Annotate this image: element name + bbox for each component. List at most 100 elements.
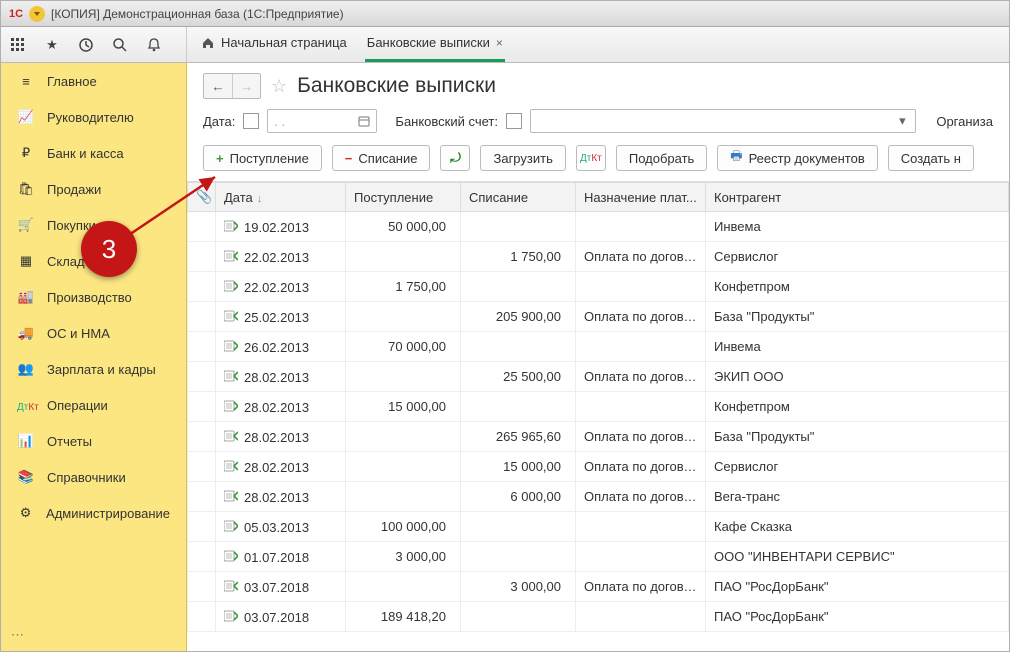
table-row[interactable]: 28.02.2013 25 500,00 Оплата по догово...… — [188, 362, 1009, 392]
nav-back-button[interactable]: ← — [204, 74, 232, 98]
cell-agent: ПАО "РосДорБанк" — [706, 572, 1009, 602]
app-logo-1c-icon: 1С — [9, 7, 23, 21]
history-icon[interactable] — [77, 36, 95, 54]
sidebar-item-1[interactable]: 📈Руководителю — [1, 99, 186, 135]
sidebar-item-11[interactable]: 📚Справочники — [1, 459, 186, 495]
cell-outcome: 265 965,60 — [461, 422, 576, 452]
dtk-button[interactable]: ДтКт — [576, 145, 606, 171]
col-income[interactable]: Поступление — [346, 183, 461, 212]
sidebar-item-3[interactable]: 🛍Продажи — [1, 171, 186, 207]
col-outcome-label: Списание — [469, 190, 528, 205]
close-icon[interactable]: × — [496, 36, 503, 50]
sidebar-icon: ≡ — [17, 74, 35, 89]
col-outcome[interactable]: Списание — [461, 183, 576, 212]
sidebar-item-label: Склад — [47, 254, 85, 269]
cell-agent: ЭКИП ООО — [706, 362, 1009, 392]
cell-date: 28.02.2013 — [216, 392, 346, 422]
cell-attach — [188, 392, 216, 422]
cell-purpose: Оплата по догово... — [576, 422, 706, 452]
cell-outcome: 6 000,00 — [461, 482, 576, 512]
cell-income: 1 750,00 — [346, 272, 461, 302]
tab-bank-statements[interactable]: Банковские выписки × — [365, 26, 505, 62]
table-row[interactable]: 25.02.2013 205 900,00 Оплата по догово..… — [188, 302, 1009, 332]
col-date[interactable]: Дата↓ — [216, 183, 346, 212]
sidebar: ≡Главное📈Руководителю₽Банк и касса🛍Прода… — [1, 63, 187, 651]
cell-outcome: 1 750,00 — [461, 242, 576, 272]
sidebar-item-label: ОС и НМА — [47, 326, 110, 341]
cell-date: 22.02.2013 — [216, 242, 346, 272]
income-label: Поступление — [230, 151, 309, 166]
load-button[interactable]: Загрузить — [480, 145, 565, 171]
filter-date-checkbox[interactable] — [243, 113, 259, 129]
account-select[interactable]: ▾ — [530, 109, 916, 133]
sidebar-item-8[interactable]: 👥Зарплата и кадры — [1, 351, 186, 387]
calendar-icon[interactable] — [358, 115, 370, 127]
income-button[interactable]: + Поступление — [203, 145, 322, 171]
cell-agent: Конфетпром — [706, 272, 1009, 302]
page-header: ← → ☆ Банковские выписки — [187, 63, 1009, 105]
table-row[interactable]: 22.02.2013 1 750,00 Конфетпром — [188, 272, 1009, 302]
table-row[interactable]: 28.02.2013 265 965,60 Оплата по догово..… — [188, 422, 1009, 452]
sidebar-item-2[interactable]: ₽Банк и касса — [1, 135, 186, 171]
doc-icon — [224, 579, 238, 593]
cell-outcome — [461, 542, 576, 572]
table-row[interactable]: 28.02.2013 15 000,00 Конфетпром — [188, 392, 1009, 422]
pick-button[interactable]: Подобрать — [616, 145, 707, 171]
window-title: [КОПИЯ] Демонстрационная база (1С:Предпр… — [51, 7, 344, 21]
registry-button[interactable]: 🖶 Реестр документов — [717, 145, 877, 171]
col-purpose[interactable]: Назначение плат... — [576, 183, 706, 212]
col-agent[interactable]: Контрагент — [706, 183, 1009, 212]
cell-outcome — [461, 392, 576, 422]
sidebar-item-12[interactable]: ⚙Администрирование — [1, 495, 186, 531]
date-input[interactable]: . . — [267, 109, 377, 133]
table-row[interactable]: 26.02.2013 70 000,00 Инвема — [188, 332, 1009, 362]
favorites-star-icon[interactable]: ★ — [43, 36, 61, 54]
chevron-down-icon[interactable]: ▾ — [893, 113, 911, 129]
table-row[interactable]: 01.07.2018 3 000,00 ООО "ИНВЕНТАРИ СЕРВИ… — [188, 542, 1009, 572]
table-row[interactable]: 22.02.2013 1 750,00 Оплата по догово... … — [188, 242, 1009, 272]
paperclip-icon: 📎 — [196, 189, 212, 204]
cell-agent: ООО "ИНВЕНТАРИ СЕРВИС" — [706, 542, 1009, 572]
favorite-star-icon[interactable]: ☆ — [271, 76, 287, 97]
apps-grid-icon[interactable] — [9, 36, 27, 54]
sidebar-item-7[interactable]: 🚚ОС и НМА — [1, 315, 186, 351]
filter-account-checkbox[interactable] — [506, 113, 522, 129]
cell-agent: Инвема — [706, 332, 1009, 362]
sidebar-item-9[interactable]: ДтКтОперации — [1, 387, 186, 423]
sidebar-icon: 📊 — [17, 433, 35, 449]
table-row[interactable]: 05.03.2013 100 000,00 Кафе Сказка — [188, 512, 1009, 542]
refresh-button[interactable]: ⤾ — [440, 145, 470, 171]
create-button[interactable]: Создать н — [888, 145, 974, 171]
table-row[interactable]: 19.02.2013 50 000,00 Инвема — [188, 212, 1009, 242]
cell-outcome: 205 900,00 — [461, 302, 576, 332]
cell-agent: Вега-транс — [706, 482, 1009, 512]
cell-outcome — [461, 332, 576, 362]
sidebar-item-6[interactable]: 🏭Производство — [1, 279, 186, 315]
table-row[interactable]: 03.07.2018 189 418,20 ПАО "РосДорБанк" — [188, 602, 1009, 632]
sidebar-more-icon[interactable]: ⋯ — [11, 627, 24, 643]
doc-icon — [224, 459, 238, 473]
dropdown-arrow-icon[interactable] — [29, 6, 45, 22]
cell-agent: Конфетпром — [706, 392, 1009, 422]
cell-attach — [188, 512, 216, 542]
table-container[interactable]: 📎 Дата↓ Поступление Списание Назначение … — [187, 181, 1009, 651]
filter-account-label: Банковский счет: — [395, 114, 498, 129]
table-row[interactable]: 28.02.2013 6 000,00 Оплата по догово... … — [188, 482, 1009, 512]
sidebar-item-0[interactable]: ≡Главное — [1, 63, 186, 99]
col-date-label: Дата — [224, 190, 253, 205]
cell-attach — [188, 602, 216, 632]
minus-icon: − — [345, 151, 353, 166]
cell-income — [346, 482, 461, 512]
table-row[interactable]: 28.02.2013 15 000,00 Оплата по догово...… — [188, 452, 1009, 482]
outcome-button[interactable]: − Списание — [332, 145, 431, 171]
search-icon[interactable] — [111, 36, 129, 54]
table-row[interactable]: 03.07.2018 3 000,00 Оплата по догово... … — [188, 572, 1009, 602]
sidebar-item-10[interactable]: 📊Отчеты — [1, 423, 186, 459]
bell-icon[interactable] — [145, 36, 163, 54]
cell-outcome — [461, 272, 576, 302]
tab-home[interactable]: Начальная страница — [199, 26, 349, 62]
col-attachment[interactable]: 📎 — [188, 183, 216, 212]
cell-income — [346, 572, 461, 602]
nav-forward-button[interactable]: → — [232, 74, 260, 98]
col-income-label: Поступление — [354, 190, 433, 205]
